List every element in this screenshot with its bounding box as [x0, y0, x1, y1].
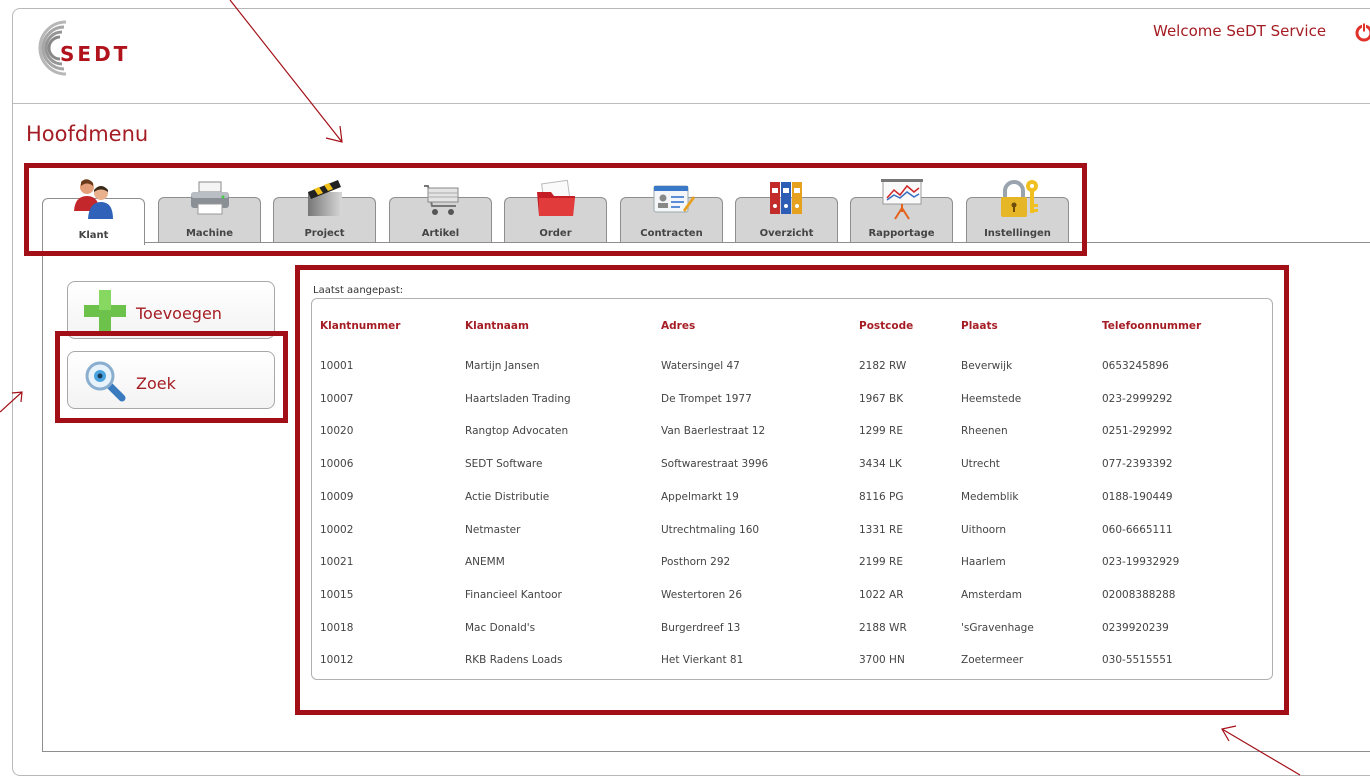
page-title: Hoofdmenu [26, 122, 149, 146]
logo-text: SEDT [60, 42, 131, 66]
search-highlight [55, 331, 288, 423]
header-divider [13, 103, 1370, 104]
users-icon [74, 179, 113, 219]
tab-label: Klant [78, 230, 109, 241]
welcome-text: Welcome SeDT Service [1153, 22, 1327, 40]
power-icon[interactable] [1354, 22, 1370, 42]
add-button-label: Toevoegen [136, 304, 222, 323]
plus-icon [84, 290, 126, 332]
tab-klant[interactable]: Klant [42, 179, 145, 245]
table-highlight [295, 265, 1289, 715]
tabs-highlight [24, 163, 1087, 256]
